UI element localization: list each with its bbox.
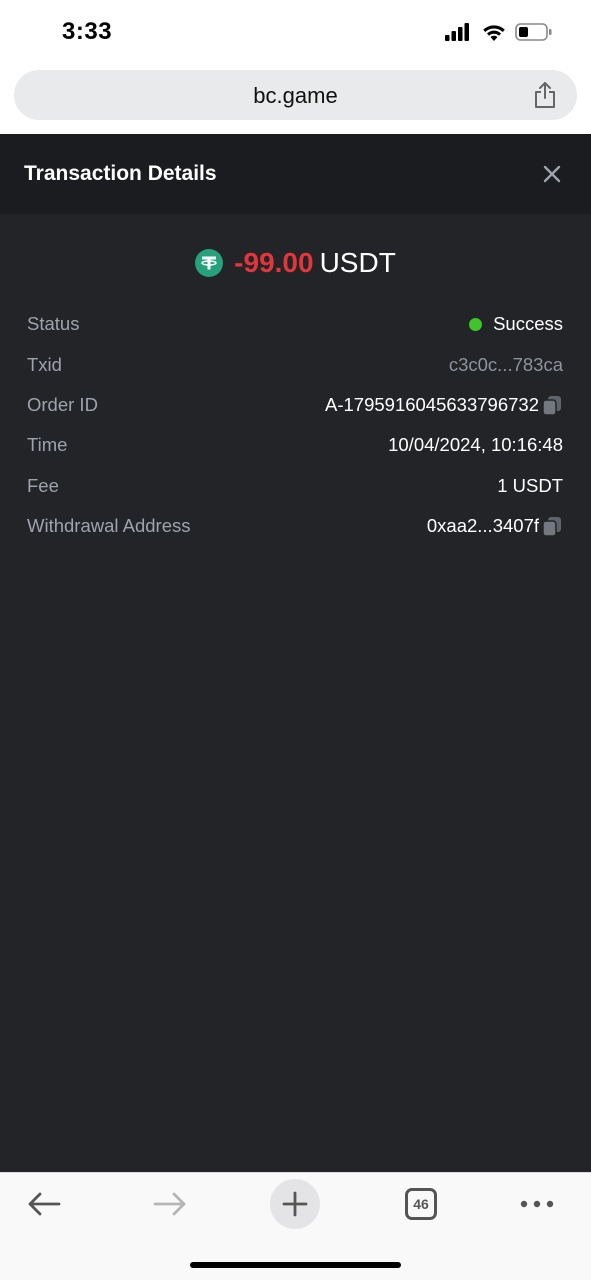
wifi-icon (483, 24, 505, 41)
url-text: bc.game (253, 83, 338, 108)
detail-row-status: Status Success (27, 304, 563, 344)
order-id-text: A-1795916045633796732 (325, 393, 539, 415)
status-text: Success (493, 313, 563, 335)
tab-count: 46 (405, 1188, 437, 1220)
address-bar[interactable]: bc.game (14, 70, 577, 120)
home-indicator (190, 1262, 401, 1268)
time-label: Time (27, 434, 68, 456)
status-value: Success (469, 313, 563, 335)
detail-row-withdrawal-address: Withdrawal Address 0xaa2...3407f (27, 506, 563, 546)
clock: 3:33 (62, 18, 113, 45)
detail-row-time: Time 10/04/2024, 10:16:48 (27, 425, 563, 465)
more-menu-button[interactable] (512, 1179, 562, 1229)
close-icon[interactable] (543, 165, 561, 183)
modal-title: Transaction Details (24, 162, 217, 185)
forward-button[interactable] (145, 1179, 195, 1229)
detail-row-order-id: Order ID A-1795916045633796732 (27, 385, 563, 425)
order-id-value: A-1795916045633796732 (325, 394, 563, 416)
withdrawal-address-text: 0xaa2...3407f (426, 515, 539, 537)
back-button[interactable] (19, 1179, 69, 1229)
time-value: 10/04/2024, 10:16:48 (388, 434, 563, 456)
success-dot-icon (469, 317, 483, 331)
more-dots-icon (520, 1200, 554, 1208)
withdrawal-address-value: 0xaa2...3407f (427, 515, 563, 537)
status-bar: 3:33 (0, 0, 591, 66)
tether-coin-icon (195, 249, 224, 277)
transaction-currency: USDT (319, 247, 396, 278)
modal-header: Transaction Details (0, 134, 591, 214)
txid-link[interactable]: c3c0c...783ca (449, 354, 563, 376)
detail-row-fee: Fee 1 USDT (27, 466, 563, 506)
plus-icon (282, 1191, 308, 1217)
battery-icon (515, 23, 552, 41)
order-id-label: Order ID (27, 393, 98, 415)
transaction-details-modal: Transaction Details -99.00 USDT Status S… (0, 134, 591, 1172)
copy-icon[interactable] (541, 394, 563, 416)
withdrawal-address-label: Withdrawal Address (27, 515, 191, 537)
fee-label: Fee (27, 474, 59, 496)
copy-icon[interactable] (541, 515, 563, 537)
amount-row: -99.00 USDT (0, 247, 591, 279)
txid-label: Txid (27, 353, 62, 375)
cellular-signal-icon (445, 23, 469, 41)
new-tab-button[interactable] (270, 1179, 320, 1229)
detail-row-txid: Txid c3c0c...783ca (27, 344, 563, 384)
fee-value: 1 USDT (497, 474, 563, 496)
details-list: Status Success Txid c3c0c...783ca Order … (27, 304, 563, 546)
transaction-amount: -99.00 (234, 247, 314, 278)
tabs-button[interactable]: 46 (396, 1179, 446, 1229)
back-arrow-icon (28, 1192, 61, 1216)
share-icon[interactable] (533, 81, 557, 109)
forward-arrow-icon (153, 1192, 186, 1216)
status-icons (445, 22, 553, 42)
status-label: Status (27, 313, 80, 335)
